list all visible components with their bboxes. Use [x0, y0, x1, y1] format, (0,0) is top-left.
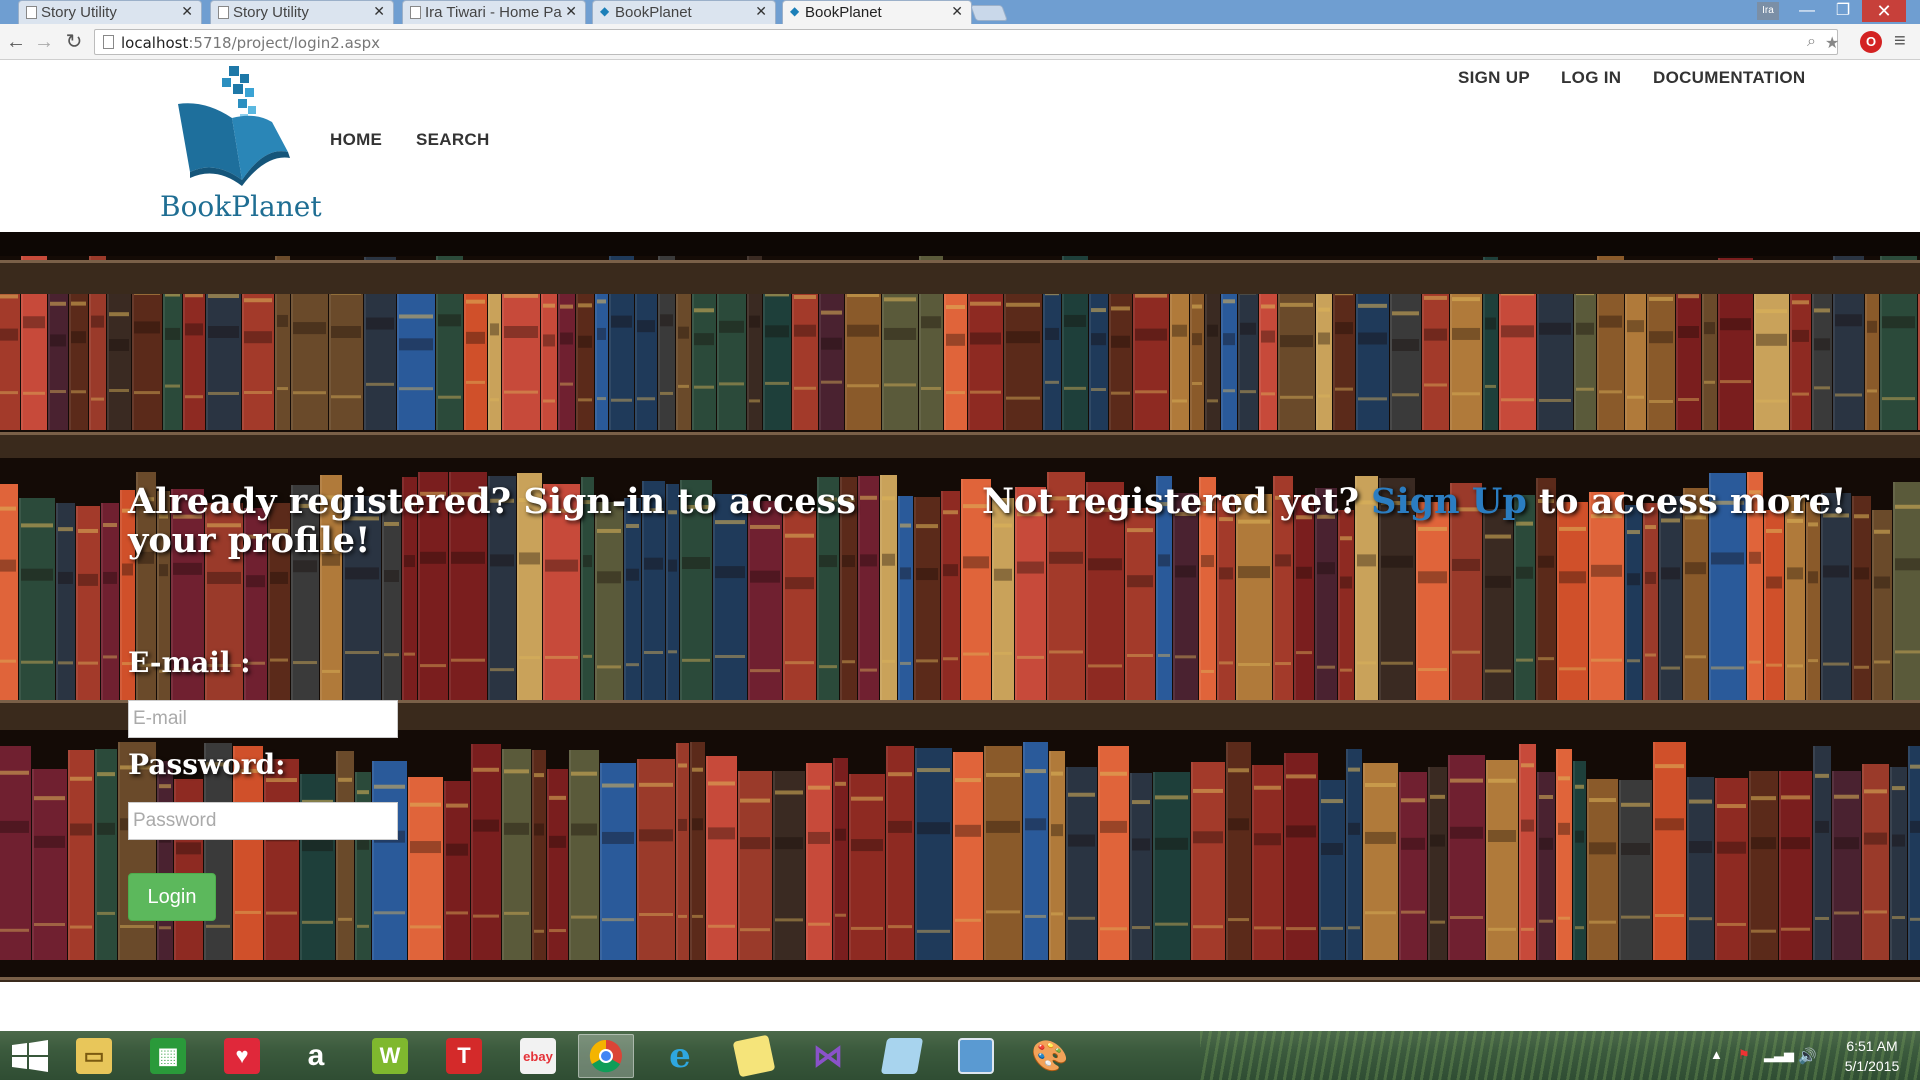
signup-link[interactable]: Sign Up: [1371, 481, 1527, 522]
tab-bookplanet-1[interactable]: ◆ BookPlanet ✕: [592, 0, 776, 24]
tab-close-icon[interactable]: ✕: [181, 3, 193, 20]
internet-explorer-icon[interactable]: e: [652, 1034, 708, 1078]
forward-icon[interactable]: →: [32, 30, 56, 54]
ebay-icon[interactable]: ebay: [510, 1034, 566, 1078]
bookplanet-favicon-icon: ◆: [600, 4, 610, 18]
page-icon: [410, 6, 421, 19]
new-tab-button[interactable]: [970, 5, 1008, 21]
network-icon[interactable]: ▂▃▅: [1764, 1047, 1794, 1063]
wordament-icon[interactable]: W: [362, 1034, 418, 1078]
menu-icon[interactable]: ≡: [1894, 30, 1906, 53]
tab-title: Story Utility: [41, 4, 117, 21]
login-button[interactable]: Login: [128, 873, 216, 921]
tab-close-icon[interactable]: ✕: [373, 3, 385, 20]
email-input[interactable]: [128, 700, 398, 738]
password-input[interactable]: [128, 802, 398, 840]
windows-start-icon[interactable]: [10, 1040, 50, 1072]
show-hidden-icons-icon[interactable]: ▲: [1710, 1047, 1723, 1062]
zoom-icon[interactable]: ⌕: [1807, 33, 1816, 51]
clock-date: 5/1/2015: [1844, 1058, 1900, 1074]
heart-app-icon[interactable]: ♥: [214, 1034, 270, 1078]
address-bar: ← → ↻ localhost:5718/project/login2.aspx…: [0, 24, 1920, 60]
nav-documentation[interactable]: DOCUMENTATION: [1653, 68, 1805, 88]
signin-heading: Already registered? Sign-in to access yo…: [128, 481, 856, 561]
close-window-icon[interactable]: ✕: [1862, 0, 1906, 22]
tab-close-icon[interactable]: ✕: [951, 3, 963, 20]
chrome-icon[interactable]: [578, 1034, 634, 1078]
tab-close-icon[interactable]: ✕: [565, 3, 577, 20]
book-logo-icon: [178, 66, 290, 186]
url-input[interactable]: localhost:5718/project/login2.aspx ⌕ ★: [94, 29, 1839, 55]
tab-close-icon[interactable]: ✕: [755, 3, 767, 20]
bookmark-star-icon[interactable]: ★: [1825, 33, 1839, 53]
store-icon[interactable]: ▦: [140, 1034, 196, 1078]
amazon-icon[interactable]: a: [288, 1034, 344, 1078]
minimize-icon[interactable]: —: [1790, 0, 1824, 22]
tab-title: BookPlanet: [805, 4, 882, 21]
browser-tabstrip: Story Utility ✕ Story Utility ✕ Ira Tiwa…: [0, 0, 1920, 24]
nav-log-in[interactable]: LOG IN: [1561, 68, 1621, 88]
tab-story-utility-2[interactable]: Story Utility ✕: [210, 0, 394, 24]
tab-bookplanet-active[interactable]: ◆ BookPlanet ✕: [782, 0, 972, 24]
clock-time: 6:51 AM: [1846, 1038, 1898, 1054]
page-icon: [218, 6, 229, 19]
tab-ira-tiwari[interactable]: Ira Tiwari - Home Pa ✕: [402, 0, 586, 24]
tab-title: BookPlanet: [615, 4, 692, 21]
visual-studio-icon[interactable]: ⋈: [800, 1034, 856, 1078]
paint-icon[interactable]: 🎨: [1022, 1034, 1078, 1078]
t-app-icon[interactable]: T: [436, 1034, 492, 1078]
password-label: Password:: [128, 748, 286, 781]
restore-icon[interactable]: ❐: [1826, 0, 1860, 22]
file-explorer-icon[interactable]: ▭: [66, 1034, 122, 1078]
page-icon: [26, 6, 37, 19]
signup-heading: Not registered yet? Sign Up to access mo…: [982, 481, 1847, 522]
bookplanet-favicon-icon: ◆: [790, 4, 800, 18]
action-center-flag-icon[interactable]: ⚑: [1738, 1047, 1750, 1063]
page-icon: [103, 35, 114, 49]
email-label: E-mail :: [128, 646, 251, 679]
back-icon[interactable]: ←: [4, 30, 28, 54]
opera-extension-icon[interactable]: O: [1860, 31, 1882, 53]
nav-sign-up[interactable]: SIGN UP: [1458, 68, 1530, 88]
bookplanet-logo[interactable]: BookPlanet: [160, 60, 322, 228]
notepad-icon[interactable]: [874, 1034, 930, 1078]
logo-text: BookPlanet: [160, 190, 322, 223]
tab-story-utility-1[interactable]: Story Utility ✕: [18, 0, 202, 24]
system-clock[interactable]: 6:51 AM 5/1/2015: [1832, 1036, 1912, 1076]
nav-home[interactable]: HOME: [330, 130, 382, 150]
tab-title: Ira Tiwari - Home Pa: [425, 4, 562, 21]
user-badge[interactable]: Ira: [1757, 2, 1779, 20]
bookshelf-background: [0, 232, 1920, 982]
nav-search[interactable]: SEARCH: [416, 130, 490, 150]
tab-title: Story Utility: [233, 4, 309, 21]
windows-taskbar: ▭ ▦ ♥ a W T ebay e ⋈ 🎨 ▲ ⚑ ▂▃▅ 🔊 6:51 AM…: [0, 1031, 1920, 1080]
bookshelf-hero: Already registered? Sign-in to access yo…: [0, 232, 1920, 982]
url-text: localhost:5718/project/login2.aspx: [121, 34, 380, 52]
sticky-notes-icon[interactable]: [726, 1034, 782, 1078]
photos-icon[interactable]: [948, 1034, 1004, 1078]
site-header: BookPlanet HOME SEARCH SIGN UP LOG IN DO…: [0, 60, 1920, 232]
volume-icon[interactable]: 🔊: [1798, 1047, 1817, 1065]
reload-icon[interactable]: ↻: [62, 30, 86, 54]
